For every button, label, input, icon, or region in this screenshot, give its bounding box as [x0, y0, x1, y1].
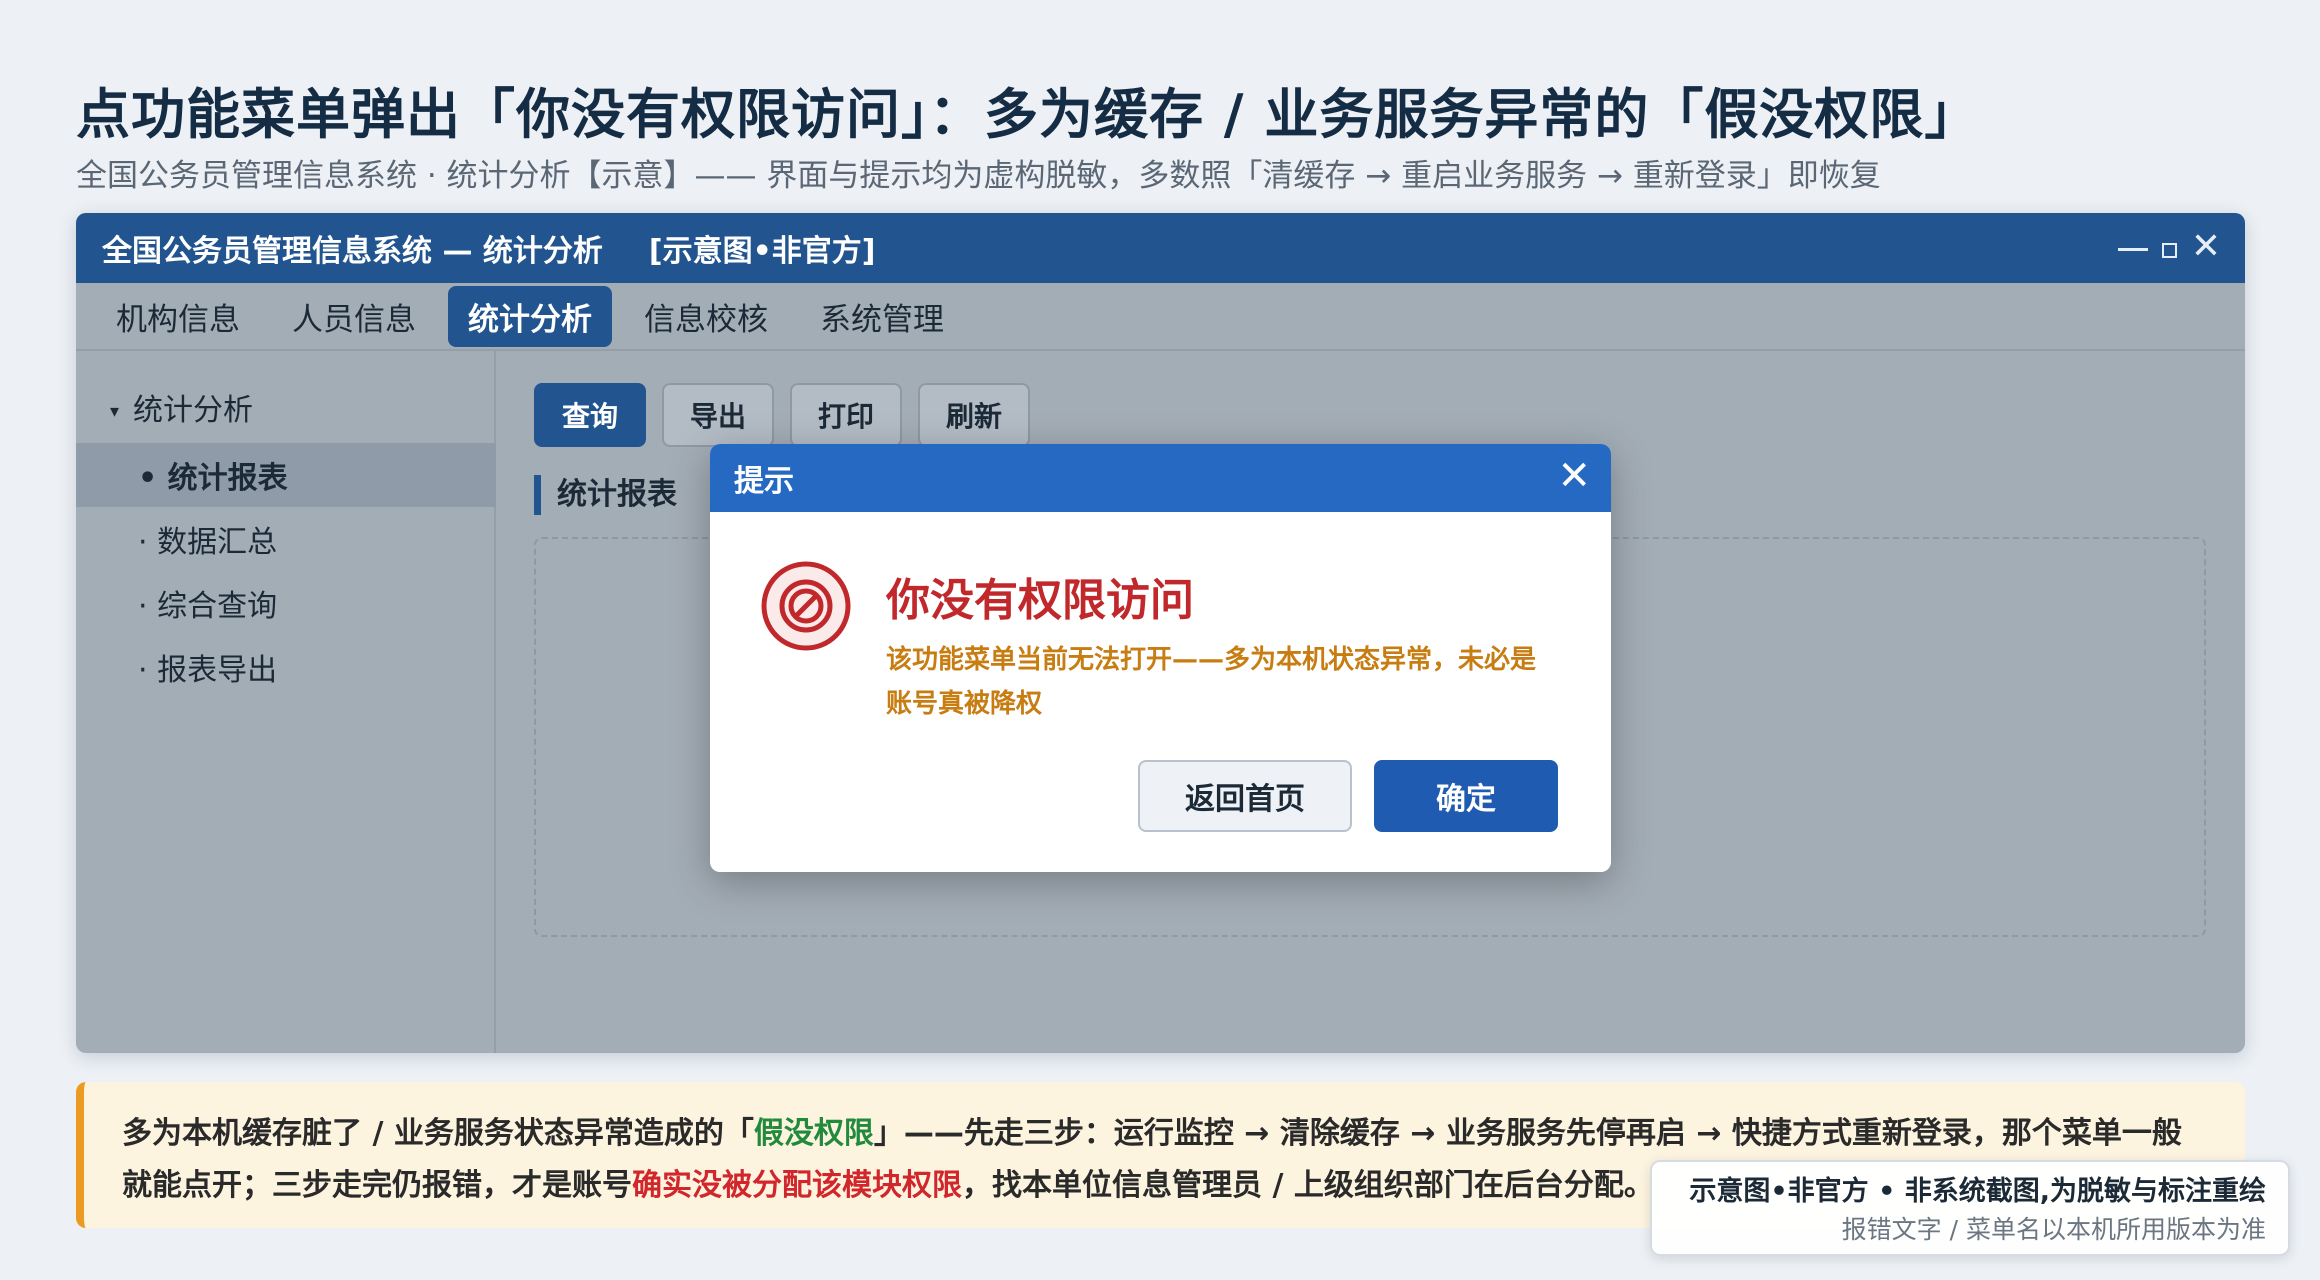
- dialog-header: 提示 ✕: [710, 444, 1611, 512]
- close-icon[interactable]: ✕: [2191, 229, 2221, 265]
- tip-text-1: 多为本机缓存脏了 / 业务服务状态异常造成的「: [122, 1116, 754, 1151]
- dialog-title: 你没有权限访问: [886, 575, 1194, 626]
- page-title: 点功能菜单弹出「你没有权限访问」：多为缓存 / 业务服务异常的「假没权限」: [76, 83, 1980, 146]
- menu-bar: 机构信息 人员信息 统计分析 信息校核 系统管理: [76, 283, 2245, 351]
- window-titlebar: 全国公务员管理信息系统 — 统计分析 [示意图•非官方] ✕: [76, 213, 2245, 283]
- disclaimer-line-1: 示意图•非官方 • 非系统截图,为脱敏与标注重绘: [1689, 1176, 2266, 1207]
- dialog-message: 该功能菜单当前无法打开——多为本机状态异常，未必是账号真被降权: [886, 645, 1537, 719]
- return-home-button[interactable]: 返回首页: [1138, 760, 1352, 832]
- sidebar: ▾ 统计分析 • 统计报表 · 数据汇总 · 综合查询 · 报表导出: [76, 351, 496, 1053]
- tip-text-3: ，找本单位信息管理员 / 上级组织部门在后台分配。: [962, 1168, 1654, 1203]
- menu-item-statistics[interactable]: 统计分析: [448, 285, 612, 347]
- sidebar-item-query[interactable]: · 综合查询: [76, 571, 496, 635]
- tree-root[interactable]: ▾ 统计分析: [110, 385, 253, 429]
- sidebar-item-report[interactable]: • 统计报表: [76, 443, 496, 507]
- section-label: 统计报表: [534, 475, 677, 515]
- window-title: 全国公务员管理信息系统 — 统计分析: [102, 234, 603, 269]
- tree-root-label: 统计分析: [133, 393, 254, 428]
- confirm-button[interactable]: 确定: [1374, 760, 1558, 832]
- tip-highlight-fake: 假没权限: [753, 1116, 874, 1151]
- no-entry-icon: [761, 561, 851, 651]
- export-button[interactable]: 导出: [662, 383, 775, 447]
- sidebar-item-summary[interactable]: · 数据汇总: [76, 507, 496, 571]
- caret-down-icon: ▾: [110, 401, 120, 422]
- toolbar: 查询 导出 打印 刷新: [534, 383, 1031, 447]
- disclaimer-badge: 示意图•非官方 • 非系统截图,为脱敏与标注重绘 报错文字 / 菜单名以本机所用…: [1650, 1160, 2290, 1256]
- sidebar-item-export[interactable]: · 报表导出: [76, 635, 496, 699]
- print-button[interactable]: 打印: [790, 383, 903, 447]
- menu-item-org-info[interactable]: 机构信息: [96, 286, 260, 347]
- menu-item-personnel-info[interactable]: 人员信息: [272, 286, 436, 347]
- dialog-close-icon[interactable]: ✕: [1557, 456, 1591, 496]
- page-subtitle: 全国公务员管理信息系统 · 统计分析【示意】—— 界面与提示均为虚构脱敏，多数照…: [76, 158, 1881, 194]
- minimize-icon[interactable]: [2117, 247, 2148, 251]
- window-tag: [示意图•非官方]: [648, 234, 876, 269]
- maximize-icon[interactable]: [2161, 242, 2177, 258]
- refresh-button[interactable]: 刷新: [918, 383, 1031, 447]
- menu-item-verification[interactable]: 信息校核: [624, 286, 788, 347]
- tip-highlight-real: 确实没被分配该模块权限: [632, 1168, 962, 1203]
- query-button[interactable]: 查询: [534, 383, 647, 447]
- permission-dialog: 提示 ✕ 你没有权限访问 该功能菜单当前无法打开——多为本机状态异常，未必是账号…: [710, 444, 1611, 872]
- dialog-header-title: 提示: [734, 464, 794, 499]
- window-controls: ✕: [2117, 229, 2221, 265]
- disclaimer-line-2: 报错文字 / 菜单名以本机所用版本为准: [1841, 1215, 2266, 1244]
- menu-item-system-admin[interactable]: 系统管理: [800, 286, 964, 347]
